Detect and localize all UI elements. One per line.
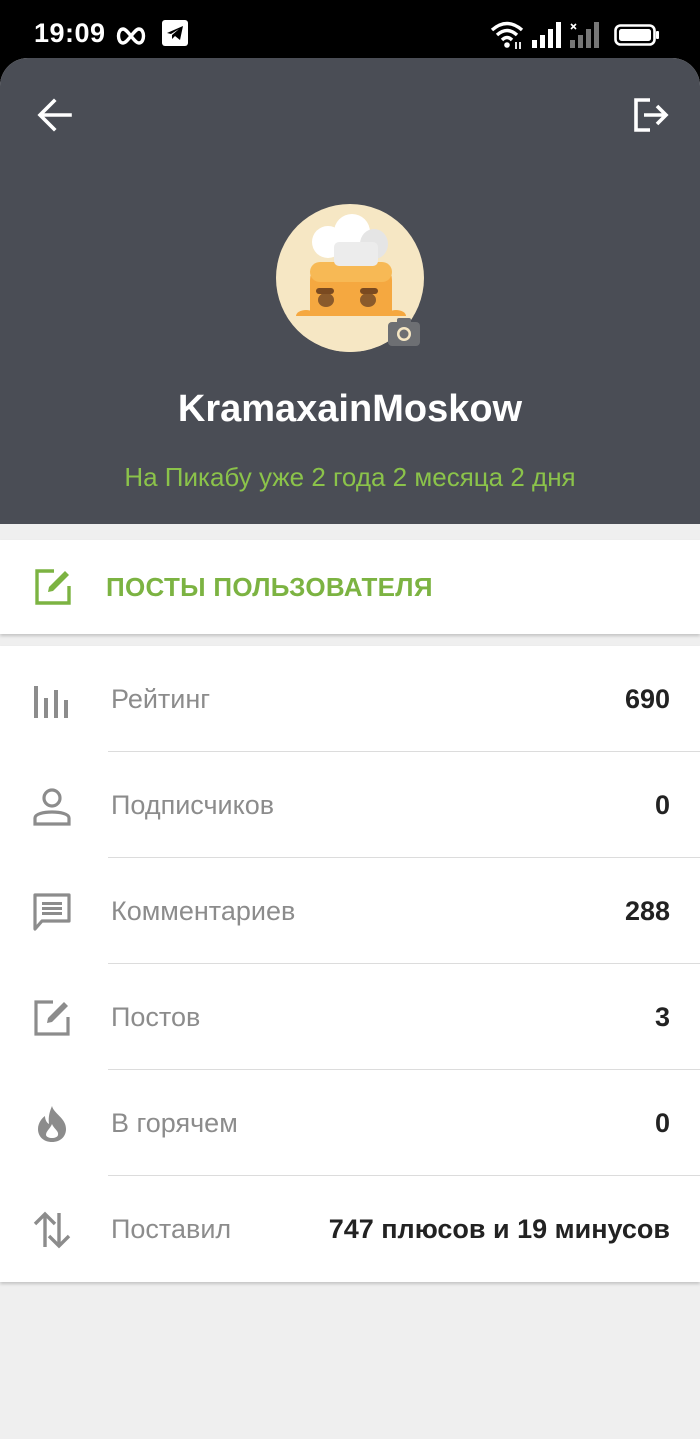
stat-label: Подписчиков bbox=[111, 790, 275, 820]
person-icon bbox=[33, 788, 71, 826]
stat-row-comments: Комментариев 288 bbox=[0, 858, 700, 964]
stat-value: 3 bbox=[654, 1002, 670, 1032]
screen: 19:09 KramaxainMoskow На Пикабу уже 2 го… bbox=[0, 0, 700, 1439]
edit-icon bbox=[35, 569, 71, 605]
profile-page: KramaxainMoskow На Пикабу уже 2 года 2 м… bbox=[0, 58, 700, 1439]
stat-value: 288 bbox=[624, 896, 670, 926]
battery-icon bbox=[614, 24, 659, 46]
signal-icon bbox=[532, 22, 561, 48]
stat-row-votes: Поставил 747 плюсов и 19 минусов bbox=[0, 1176, 700, 1282]
wifi-icon bbox=[490, 21, 524, 49]
username: KramaxainMoskow bbox=[177, 388, 523, 430]
edit-icon bbox=[34, 1000, 70, 1036]
stat-label: Рейтинг bbox=[111, 684, 211, 714]
stat-label: Поставил bbox=[111, 1214, 232, 1244]
profile-header: KramaxainMoskow На Пикабу уже 2 года 2 м… bbox=[0, 58, 700, 524]
stat-row-subscribers: Подписчиков 0 bbox=[0, 752, 700, 858]
membership-duration: На Пикабу уже 2 года 2 месяца 2 дня bbox=[124, 462, 576, 492]
arrow-left-icon[interactable] bbox=[32, 92, 78, 138]
sort-arrows-icon bbox=[33, 1211, 71, 1249]
status-time: 19:09 bbox=[34, 18, 106, 48]
rating-icon bbox=[34, 686, 68, 718]
stat-row-hot: В горячем 0 bbox=[0, 1070, 700, 1176]
telegram-icon bbox=[162, 20, 188, 46]
stat-label: В горячем bbox=[111, 1108, 238, 1138]
stat-value: 0 bbox=[654, 790, 670, 820]
comment-icon bbox=[33, 893, 71, 931]
avatar-container[interactable] bbox=[276, 204, 424, 352]
stat-label: Комментариев bbox=[111, 896, 296, 926]
stat-value: 0 bbox=[654, 1108, 670, 1138]
stat-row-rating: Рейтинг 690 bbox=[0, 646, 700, 752]
stats-list: Рейтинг 690 Подписчиков 0 Комментариев 2… bbox=[0, 646, 700, 1282]
stat-value: 747 плюсов и 19 минусов bbox=[328, 1214, 670, 1244]
stat-label: Постов bbox=[111, 1002, 201, 1032]
stat-value: 690 bbox=[624, 684, 670, 714]
signal-no-service-icon bbox=[570, 22, 599, 48]
user-posts-button[interactable]: ПОСТЫ ПОЛЬЗОВАТЕЛЯ bbox=[0, 540, 700, 634]
stat-row-posts: Постов 3 bbox=[0, 964, 700, 1070]
status-right-icons bbox=[490, 18, 670, 54]
user-posts-label: ПОСТЫ ПОЛЬЗОВАТЕЛЯ bbox=[106, 572, 433, 602]
logout-icon[interactable] bbox=[628, 92, 674, 138]
infinity-icon bbox=[116, 27, 146, 45]
camera-icon[interactable] bbox=[386, 314, 422, 350]
flame-icon bbox=[38, 1106, 66, 1142]
